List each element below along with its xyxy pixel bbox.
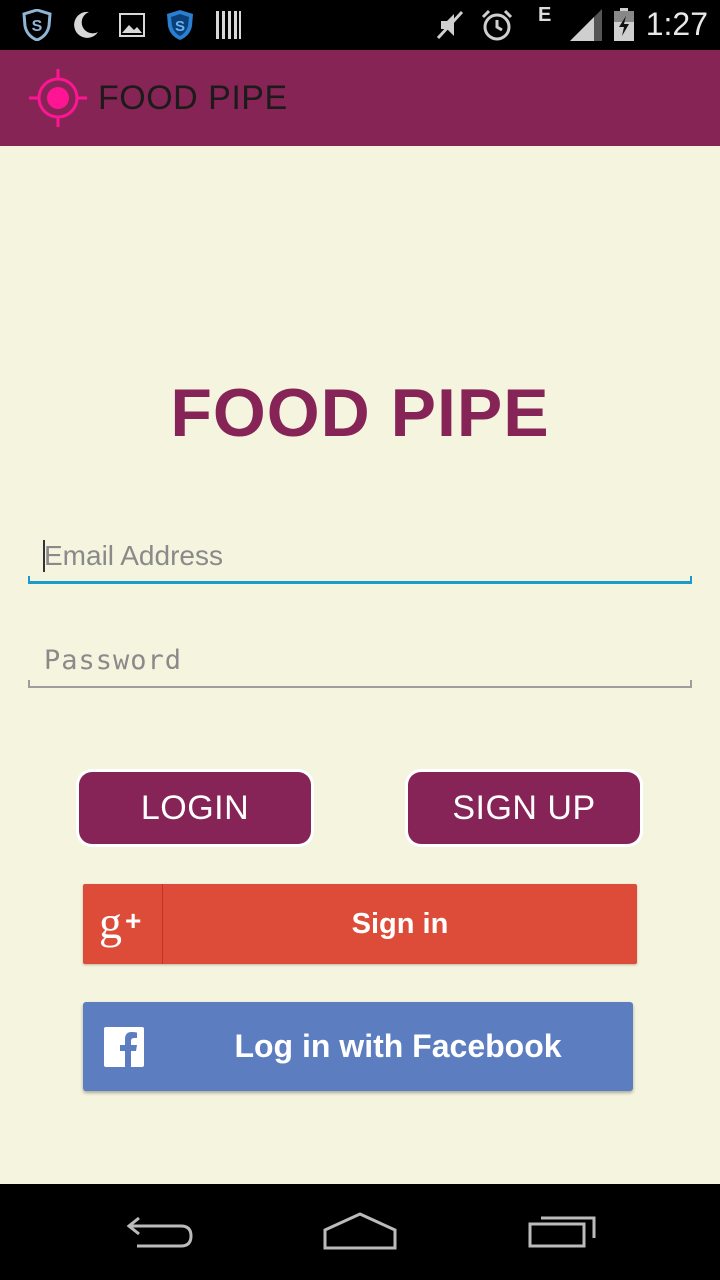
email-field[interactable] xyxy=(28,528,692,584)
email-input[interactable] xyxy=(28,528,692,584)
email-underline xyxy=(28,576,692,584)
recents-icon xyxy=(527,1210,597,1254)
svg-text:S: S xyxy=(32,18,43,35)
signup-button[interactable]: SIGN UP xyxy=(405,769,643,847)
facebook-login-label: Log in with Facebook xyxy=(234,1028,562,1064)
barcode-icon xyxy=(214,8,242,42)
facebook-icon xyxy=(104,1027,144,1067)
home-button[interactable] xyxy=(315,1206,405,1258)
back-button[interactable] xyxy=(115,1206,205,1258)
password-underline xyxy=(28,680,692,688)
login-screen: FOOD PIPE LOGIN SIGN UP g + Sign in Log xyxy=(0,146,720,1184)
back-icon xyxy=(125,1210,195,1254)
image-icon xyxy=(118,8,146,42)
facebook-login-button[interactable]: Log in with Facebook xyxy=(83,1002,633,1091)
moon-icon xyxy=(70,8,100,42)
navigation-bar xyxy=(0,1184,720,1280)
svg-text:+: + xyxy=(125,905,141,936)
battery-icon xyxy=(612,8,636,42)
text-cursor xyxy=(43,540,45,572)
login-button-label: LOGIN xyxy=(79,772,311,844)
google-signin-label: Sign in xyxy=(351,907,449,940)
page-title: FOOD PIPE xyxy=(170,375,550,451)
signal-icon xyxy=(568,8,604,42)
google-plus-icon: g + xyxy=(83,884,163,964)
google-signin-button[interactable]: g + Sign in xyxy=(83,884,637,964)
password-field[interactable] xyxy=(28,632,692,688)
shield-icon: S xyxy=(164,8,196,42)
target-logo-icon xyxy=(28,68,88,128)
clock: 1:27 xyxy=(645,6,708,42)
network-type: E xyxy=(538,4,552,26)
login-button[interactable]: LOGIN xyxy=(76,769,314,847)
password-input[interactable] xyxy=(28,632,692,688)
status-bar: S S E 1:27 xyxy=(0,0,720,50)
signup-button-label: SIGN UP xyxy=(408,772,640,844)
svg-text:S: S xyxy=(175,18,185,35)
home-icon xyxy=(322,1210,398,1254)
recents-button[interactable] xyxy=(517,1206,607,1258)
svg-text:g: g xyxy=(99,897,122,948)
action-bar: FOOD PIPE xyxy=(0,50,720,146)
shield-icon: S xyxy=(20,8,54,42)
mute-icon xyxy=(434,8,466,42)
alarm-icon xyxy=(480,8,514,42)
app-title: FOOD PIPE xyxy=(98,79,288,117)
